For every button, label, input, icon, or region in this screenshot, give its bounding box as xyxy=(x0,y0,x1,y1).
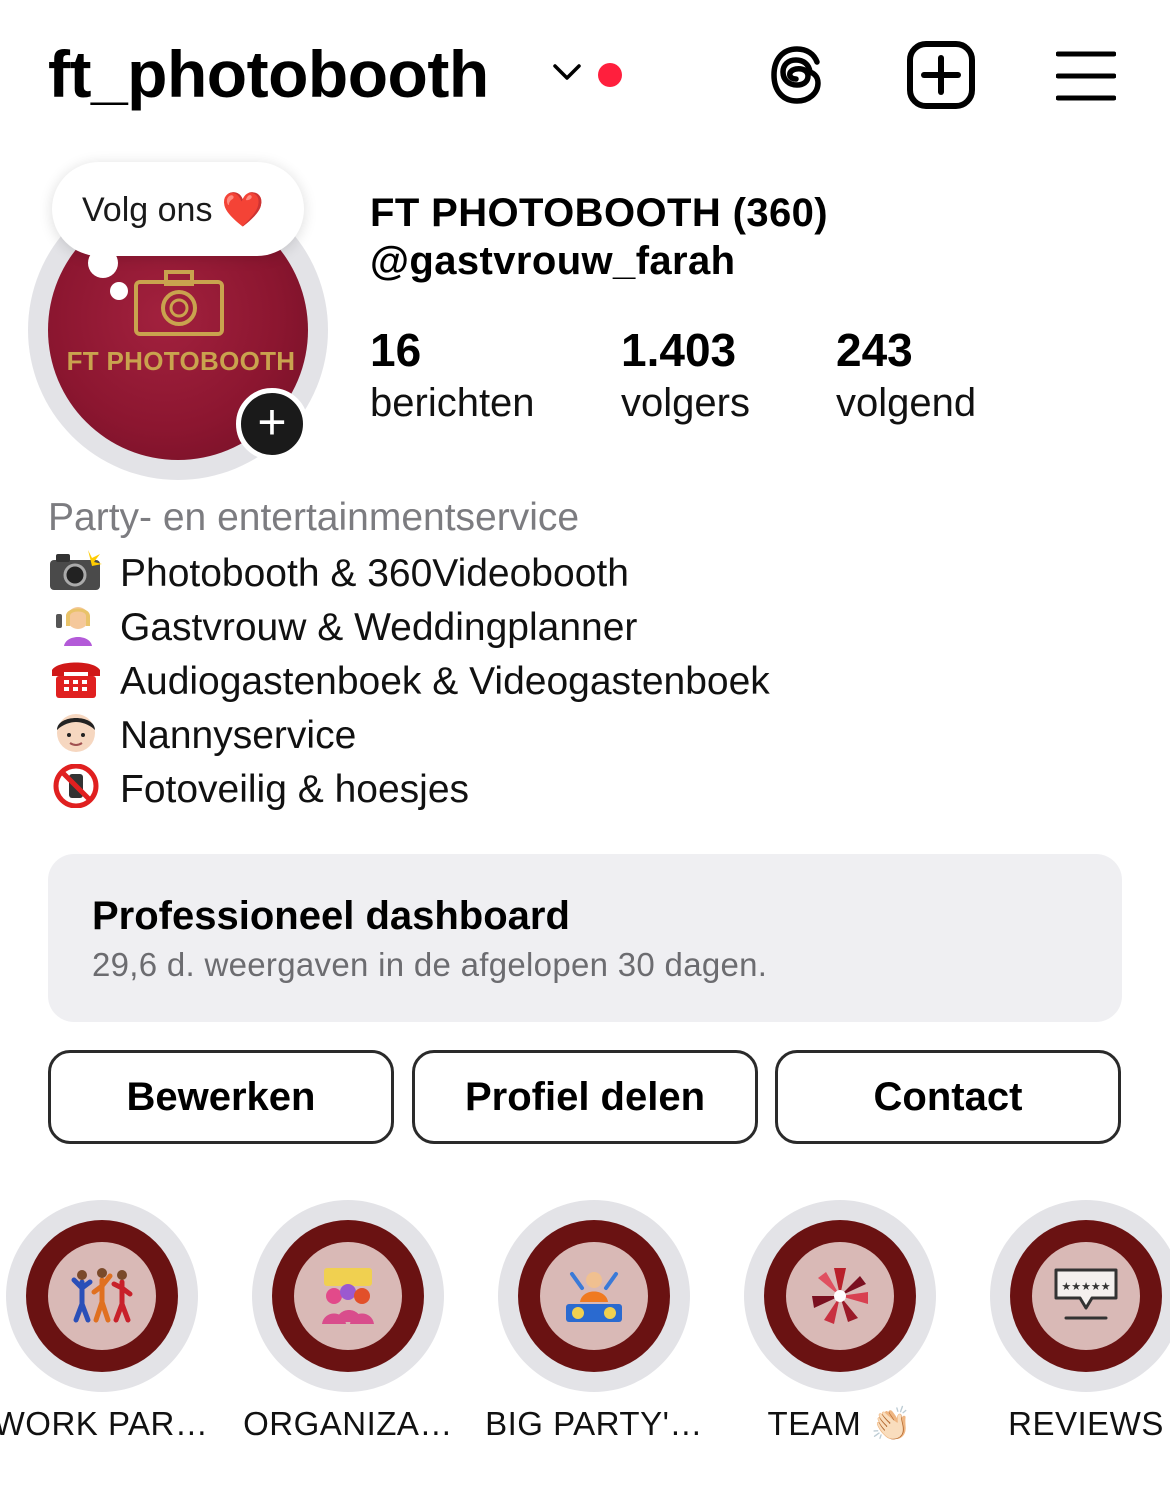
following-label[interactable]: volgend xyxy=(836,380,976,426)
share-profile-button[interactable]: Profiel delen xyxy=(412,1050,758,1144)
dashboard-subtitle: 29,6 d. weergaven in de afgelopen 30 dag… xyxy=(92,946,768,983)
posts-count: 16 xyxy=(370,324,422,376)
highlight-label[interactable]: WORK PAR… xyxy=(0,1402,216,1446)
followers-count[interactable]: 1.403 xyxy=(621,324,736,376)
dj-icon xyxy=(566,1272,622,1322)
following-count[interactable]: 243 xyxy=(836,324,913,376)
chevron-down-icon[interactable] xyxy=(552,62,582,82)
profile-category: Party- en entertainmentservice xyxy=(48,496,580,539)
note-text: Volg ons ❤️ xyxy=(82,191,265,229)
note-tail xyxy=(88,248,118,278)
woman-phone-icon xyxy=(56,607,92,646)
party-crowd-icon xyxy=(322,1268,374,1324)
bio-text: Nannyservice xyxy=(120,714,357,757)
bio-line: Nannyservice xyxy=(48,710,356,760)
camera-logo-icon xyxy=(134,270,224,336)
review-stars-icon: ★★★★★ xyxy=(1054,1268,1118,1320)
new-post-icon[interactable] xyxy=(906,40,976,110)
bio-line: Audiogastenboek & Videogastenboek xyxy=(48,656,770,706)
avatar-logo-text: FT PHOTOBOOTH xyxy=(66,346,296,376)
bio-text: Photobooth & 360Videobooth xyxy=(120,552,629,595)
profile-username[interactable]: ft_photobooth xyxy=(48,34,489,114)
bio-text: Gastvrouw & Weddingplanner xyxy=(120,606,638,649)
note-tail-small xyxy=(110,282,128,300)
bio-line: Gastvrouw & Weddingplanner xyxy=(48,602,637,652)
profile-full-name: FT PHOTOBOOTH (360) xyxy=(370,191,829,235)
menu-icon[interactable] xyxy=(1056,50,1116,102)
dashboard-title[interactable]: Professioneel dashboard xyxy=(92,892,570,940)
edit-profile-button[interactable]: Bewerken xyxy=(48,1050,394,1144)
camera-flash-icon xyxy=(50,550,102,590)
dancers-icon xyxy=(71,1268,133,1323)
child-face-icon xyxy=(57,714,95,752)
threads-handle-link[interactable]: @gastvrouw_farah xyxy=(370,238,736,284)
highlight-label[interactable]: BIG PARTY'… xyxy=(479,1402,709,1446)
svg-text:★★★★★: ★★★★★ xyxy=(1061,1280,1110,1293)
highlight-label[interactable]: ORGANIZA… xyxy=(233,1402,463,1446)
threads-icon[interactable] xyxy=(766,42,830,108)
bio-line: Photobooth & 360Videobooth xyxy=(48,548,629,598)
followers-label[interactable]: volgers xyxy=(621,380,750,426)
bio-line: Fotoveilig & hoesjes xyxy=(48,764,469,814)
telephone-icon xyxy=(52,662,100,698)
posts-label: berichten xyxy=(370,381,535,425)
notification-dot xyxy=(598,63,622,87)
team-circle-icon xyxy=(812,1268,868,1324)
highlight-label[interactable]: REVIEWS xyxy=(971,1402,1170,1446)
bio-text: Audiogastenboek & Videogastenboek xyxy=(120,660,770,703)
highlight-label[interactable]: TEAM 👏🏻 xyxy=(725,1402,955,1446)
contact-button[interactable]: Contact xyxy=(775,1050,1121,1144)
no-phone-icon xyxy=(53,764,99,808)
bio-text: Fotoveilig & hoesjes xyxy=(120,768,470,811)
add-story-button[interactable]: + xyxy=(236,388,308,460)
